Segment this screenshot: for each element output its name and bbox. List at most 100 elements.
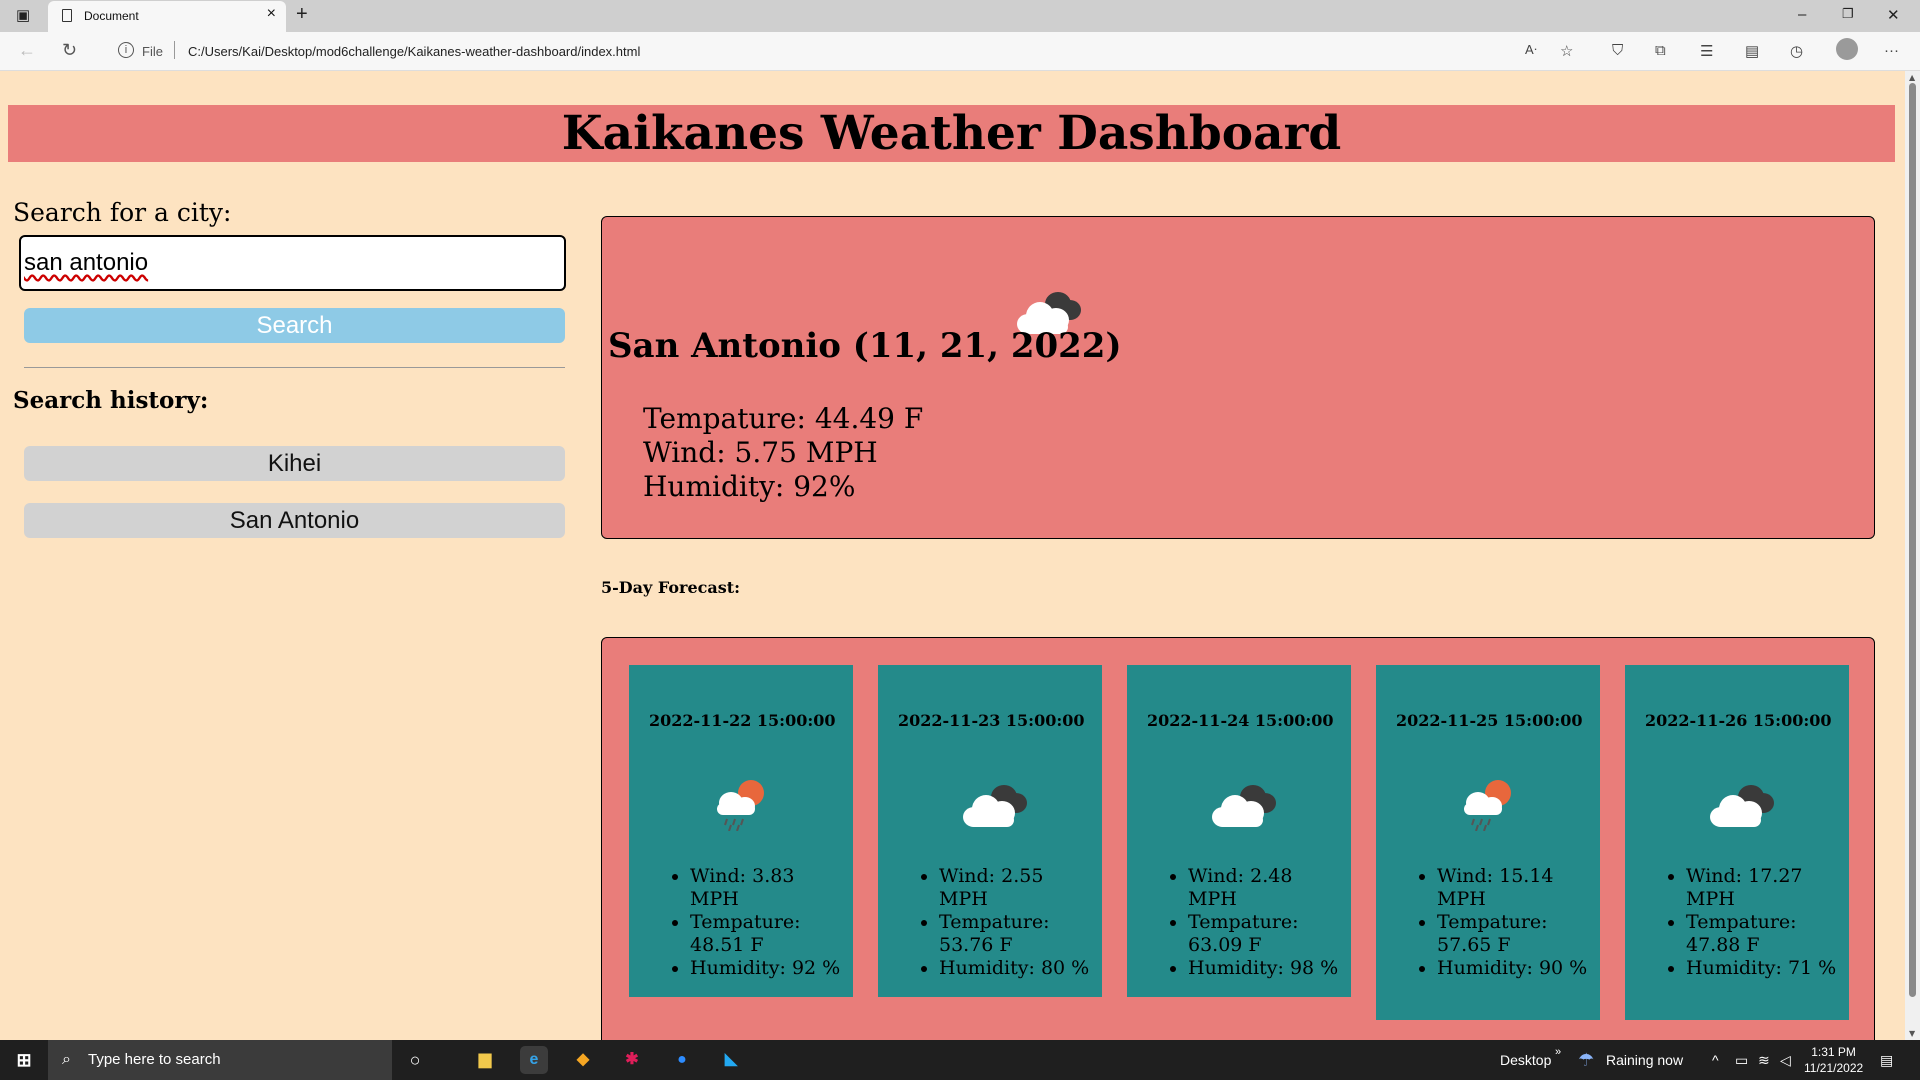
- windows-start-icon[interactable]: ⊞: [10, 1046, 38, 1074]
- forecast-wind: Wind: 17.27 MPH: [1686, 865, 1841, 911]
- search-label: Search for a city:: [13, 198, 232, 227]
- scroll-up-icon[interactable]: ▲: [1909, 73, 1915, 82]
- browser-chrome: ▣ Document × + – ❐ ✕ ← ↻ i File C:/Users…: [0, 0, 1920, 71]
- current-humidity: Humidity: 92%: [643, 470, 856, 503]
- restore-icon[interactable]: ❐: [1842, 6, 1854, 22]
- forecast-temperature: Tempature: 63.09 F: [1188, 911, 1343, 957]
- address-url[interactable]: C:/Users/Kai/Desktop/mod6challenge/Kaika…: [188, 44, 640, 59]
- minimize-icon[interactable]: –: [1798, 6, 1806, 23]
- forecast-card: 2022-11-23 15:00:00 Wind: 2.55 MPH Tempa…: [878, 665, 1102, 997]
- rain-sun-icon: [709, 775, 769, 835]
- browser-tab[interactable]: Document ×: [48, 1, 286, 32]
- forecast-details: Wind: 2.55 MPH Tempature: 53.76 F Humidi…: [939, 865, 1094, 980]
- new-tab-icon[interactable]: +: [296, 3, 308, 26]
- git-app-icon[interactable]: ◆: [569, 1046, 597, 1074]
- forecast-card: 2022-11-24 15:00:00 Wind: 2.48 MPH Tempa…: [1127, 665, 1351, 997]
- meet-now-icon[interactable]: ▭: [1735, 1040, 1748, 1080]
- address-bar[interactable]: i File C:/Users/Kai/Desktop/mod6challeng…: [108, 36, 1588, 66]
- city-search-input[interactable]: san antonio: [19, 235, 566, 291]
- notifications-icon[interactable]: ▤: [1880, 1040, 1893, 1080]
- forecast-date: 2022-11-26 15:00:00: [1645, 711, 1832, 730]
- tab-title: Document: [84, 9, 139, 23]
- forecast-details: Wind: 17.27 MPH Tempature: 47.88 F Humid…: [1686, 865, 1841, 980]
- volume-icon[interactable]: ◁: [1780, 1040, 1791, 1080]
- scroll-down-icon[interactable]: ▼: [1909, 1029, 1915, 1038]
- show-hidden-icons-icon[interactable]: ^: [1712, 1040, 1719, 1080]
- forecast-humidity: Humidity: 90 %: [1437, 957, 1592, 980]
- history-button-kihei[interactable]: Kihei: [24, 446, 565, 481]
- zoom-icon[interactable]: ●: [668, 1046, 696, 1074]
- system-clock[interactable]: 1:31 PM 11/21/2022: [1804, 1044, 1863, 1076]
- forecast-humidity: Humidity: 92 %: [690, 957, 845, 980]
- edge-browser-icon[interactable]: e: [520, 1046, 548, 1074]
- forecast-humidity: Humidity: 98 %: [1188, 957, 1343, 980]
- address-file-label: File: [142, 44, 163, 59]
- forecast-date: 2022-11-22 15:00:00: [649, 711, 836, 730]
- clock-time: 1:31 PM: [1811, 1045, 1856, 1059]
- file-explorer-icon[interactable]: ▆: [471, 1046, 499, 1074]
- rain-umbrella-icon[interactable]: ☂: [1578, 1040, 1594, 1080]
- history-button-san-antonio[interactable]: San Antonio: [24, 503, 565, 538]
- address-separator: [174, 41, 175, 59]
- refresh-icon[interactable]: ↻: [62, 40, 77, 61]
- profile-avatar-icon[interactable]: [1836, 38, 1858, 60]
- forecast-details: Wind: 3.83 MPH Tempature: 48.51 F Humidi…: [690, 865, 845, 980]
- current-city-heading: San Antonio (11, 21, 2022): [608, 326, 1122, 366]
- forecast-wind: Wind: 15.14 MPH: [1437, 865, 1592, 911]
- page-title: Kaikanes Weather Dashboard: [561, 106, 1342, 161]
- slack-icon[interactable]: ✱: [618, 1046, 646, 1074]
- info-icon[interactable]: i: [118, 42, 134, 58]
- clock-date: 11/21/2022: [1804, 1061, 1864, 1075]
- extensions-icon[interactable]: ⧉: [1655, 42, 1666, 59]
- document-icon: [62, 9, 72, 22]
- weather-status[interactable]: Raining now: [1606, 1040, 1683, 1080]
- cloudy-icon: [958, 775, 1032, 835]
- network-icon[interactable]: ≋: [1758, 1040, 1770, 1080]
- cortana-icon[interactable]: ○: [401, 1046, 429, 1074]
- read-aloud-icon[interactable]: Aᐧ: [1525, 42, 1537, 58]
- desktop-toolbar-label[interactable]: Desktop: [1500, 1040, 1551, 1080]
- forecast-temperature: Tempature: 53.76 F: [939, 911, 1094, 957]
- shield-extension-icon[interactable]: ⛉: [1612, 42, 1623, 59]
- page-header: Kaikanes Weather Dashboard: [8, 105, 1895, 162]
- forecast-details: Wind: 2.48 MPH Tempature: 63.09 F Humidi…: [1188, 865, 1343, 980]
- forecast-wind: Wind: 3.83 MPH: [690, 865, 845, 911]
- forecast-temperature: Tempature: 47.88 F: [1686, 911, 1841, 957]
- close-window-icon[interactable]: ✕: [1887, 6, 1900, 24]
- forecast-wind: Wind: 2.48 MPH: [1188, 865, 1343, 911]
- forecast-temperature: Tempature: 48.51 F: [690, 911, 845, 957]
- cloudy-icon: [1705, 775, 1779, 835]
- forecast-temperature: Tempature: 57.65 F: [1437, 911, 1592, 957]
- forecast-card: 2022-11-22 15:00:00 Wind: 3.83 MPH Tempa…: [629, 665, 853, 997]
- forecast-card: 2022-11-26 15:00:00 Wind: 17.27 MPH Temp…: [1625, 665, 1849, 1020]
- taskbar-search[interactable]: ⌕ Type here to search: [48, 1040, 392, 1080]
- current-wind: Wind: 5.75 MPH: [643, 436, 878, 469]
- tab-strip: ▣ Document × + – ❐ ✕: [0, 0, 1920, 32]
- current-temperature: Tempature: 44.49 F: [643, 402, 924, 435]
- forecast-panel: 2022-11-22 15:00:00 Wind: 3.83 MPH Tempa…: [601, 637, 1875, 1040]
- forecast-humidity: Humidity: 80 %: [939, 957, 1094, 980]
- collections-icon[interactable]: ▤: [1745, 42, 1759, 60]
- scrollbar-thumb[interactable]: [1909, 83, 1916, 997]
- close-tab-icon[interactable]: ×: [267, 5, 276, 23]
- tab-actions-icon[interactable]: ▣: [16, 6, 30, 24]
- page-scrollbar[interactable]: ▲ ▼: [1905, 71, 1920, 1040]
- favorites-icon[interactable]: ☰: [1700, 42, 1713, 60]
- forecast-wind: Wind: 2.55 MPH: [939, 865, 1094, 911]
- forecast-details: Wind: 15.14 MPH Tempature: 57.65 F Humid…: [1437, 865, 1592, 980]
- forecast-date: 2022-11-24 15:00:00: [1147, 711, 1334, 730]
- vscode-icon[interactable]: ◣: [717, 1046, 745, 1074]
- forecast-date: 2022-11-25 15:00:00: [1396, 711, 1583, 730]
- favorite-star-icon[interactable]: ☆: [1560, 42, 1573, 60]
- search-button[interactable]: Search: [24, 308, 565, 343]
- back-icon[interactable]: ←: [18, 40, 36, 61]
- more-menu-icon[interactable]: ···: [1884, 42, 1899, 59]
- web-page: Kaikanes Weather Dashboard Search for a …: [0, 71, 1905, 1040]
- forecast-date: 2022-11-23 15:00:00: [898, 711, 1085, 730]
- forecast-label: 5-Day Forecast:: [601, 578, 741, 597]
- taskbar-search-placeholder: Type here to search: [88, 1051, 221, 1068]
- rain-sun-icon: [1456, 775, 1516, 835]
- search-icon: ⌕: [62, 1051, 71, 1068]
- history-icon[interactable]: ◷: [1790, 42, 1803, 60]
- chevron-right-icon[interactable]: »: [1555, 1032, 1561, 1072]
